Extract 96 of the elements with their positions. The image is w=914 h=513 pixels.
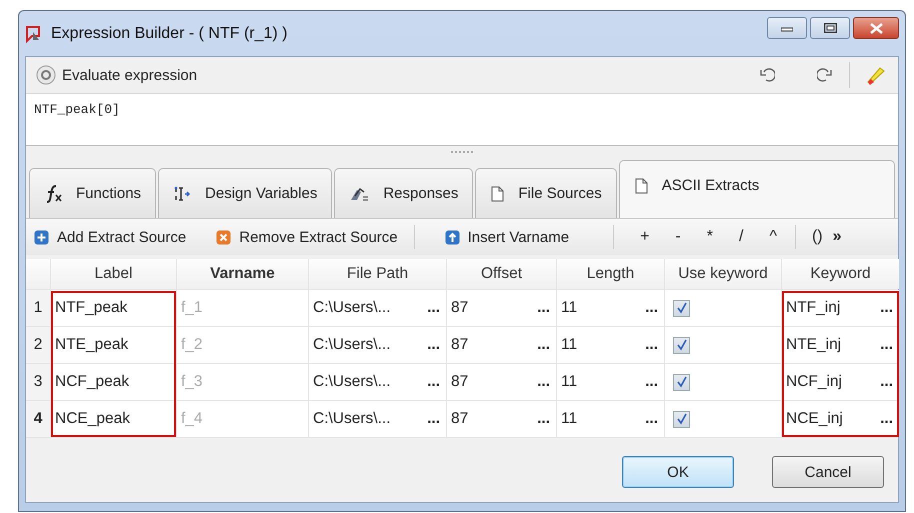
table-cell-text: NTF_inj	[786, 299, 842, 317]
maximize-button[interactable]	[810, 17, 850, 39]
browse-button[interactable]: ...	[880, 336, 893, 354]
operator-button[interactable]: ^	[767, 228, 779, 246]
browse-button[interactable]: ...	[427, 410, 440, 428]
column-header[interactable]: Offset	[447, 259, 556, 289]
browse-button[interactable]: ...	[537, 410, 550, 428]
table-cell-text: 11	[561, 299, 578, 317]
table-cell-text: NTE_inj	[786, 336, 842, 354]
checkbox[interactable]	[673, 300, 690, 316]
document-icon	[490, 186, 504, 202]
table-cell-text: f_4	[181, 410, 204, 428]
variable-icon	[173, 186, 192, 202]
table-cell-text: NTE_peak	[55, 336, 130, 354]
row-number: 3	[26, 364, 50, 400]
operator-button[interactable]: /	[736, 228, 746, 246]
maximize-icon	[824, 23, 836, 33]
column-header[interactable]: File Path	[309, 259, 446, 289]
table-cell-text: 87	[451, 299, 470, 317]
table-cell-text: 11	[561, 410, 578, 428]
table-cell-text: 87	[451, 410, 470, 428]
add-button[interactable]: Add Extract Source	[34, 228, 186, 246]
tab[interactable]: Functions	[29, 168, 156, 218]
check-icon	[676, 376, 688, 388]
minimize-button[interactable]	[767, 17, 807, 39]
browse-button[interactable]: ...	[645, 373, 658, 391]
undo-icon[interactable]	[759, 68, 775, 82]
table-cell-text: C:\Users\...	[313, 299, 392, 317]
table-cell-text: C:\Users\...	[313, 373, 392, 391]
table-cell-text: f_3	[181, 373, 204, 391]
table-cell-text: NCF_peak	[55, 373, 130, 391]
remove-button[interactable]: Remove Extract Source	[216, 228, 398, 246]
tab[interactable]: Responses	[334, 168, 474, 218]
operator-button[interactable]: -	[673, 228, 683, 246]
browse-button[interactable]: ...	[537, 373, 550, 391]
column-header[interactable]: Length	[557, 259, 664, 289]
document-icon	[634, 178, 648, 194]
browse-button[interactable]: ...	[880, 410, 893, 428]
browse-button[interactable]: ...	[427, 299, 440, 317]
check-icon	[676, 302, 688, 314]
row-number: 1	[26, 290, 50, 326]
table-cell-text: f_1	[181, 299, 204, 317]
checkbox[interactable]	[673, 374, 690, 390]
tab[interactable]: Design Variables	[158, 168, 332, 218]
operator-button[interactable]: *	[704, 228, 715, 246]
redo-icon[interactable]	[817, 68, 833, 82]
add-icon	[34, 230, 49, 244]
table-cell-text: 87	[451, 373, 470, 391]
overflow-button[interactable]: »	[830, 228, 844, 246]
browse-button[interactable]: ...	[427, 336, 440, 354]
browse-button[interactable]: ...	[645, 299, 658, 317]
table-cell-text: 87	[451, 336, 470, 354]
browse-button[interactable]: ...	[537, 299, 550, 317]
table-cell-text: NTF_peak	[55, 299, 128, 317]
table-cell-text: NCF_inj	[786, 373, 843, 391]
column-header[interactable]: Keyword	[782, 259, 899, 289]
table-cell-text: NCE_peak	[55, 410, 131, 428]
column-header[interactable]: Varname	[177, 259, 308, 289]
table-cell-text: C:\Users\...	[313, 336, 392, 354]
browse-button[interactable]: ...	[645, 410, 658, 428]
response-icon	[349, 186, 370, 202]
table-cell-text: C:\Users\...	[313, 410, 392, 428]
splitter-handle-icon	[451, 151, 473, 153]
column-header[interactable]: Use keyword	[665, 259, 781, 289]
table-cell-text: 11	[561, 373, 578, 391]
browse-button[interactable]: ...	[537, 336, 550, 354]
check-icon	[676, 339, 688, 351]
evaluate-expression-button[interactable]: Evaluate expression	[62, 66, 753, 84]
table-cell-text: f_2	[181, 336, 204, 354]
table-cell-text: 11	[561, 336, 578, 354]
checkbox[interactable]	[673, 410, 690, 428]
close-icon	[870, 22, 882, 34]
operator-button[interactable]: ()	[810, 228, 825, 246]
browse-button[interactable]: ...	[427, 373, 440, 391]
tab[interactable]: ASCII Extracts	[618, 160, 895, 218]
table-cell-text: NCE_inj	[786, 410, 844, 428]
row-number: 2	[26, 327, 50, 363]
table-corner	[26, 259, 50, 289]
tab[interactable]: File Sources	[475, 168, 617, 218]
browse-button[interactable]: ...	[880, 373, 893, 391]
function-icon	[44, 184, 62, 202]
close-button[interactable]	[853, 17, 899, 39]
expression-field[interactable]: NTF_peak[0]	[26, 94, 898, 146]
operator-button[interactable]: +	[638, 228, 652, 246]
remove-icon	[216, 230, 232, 244]
column-header[interactable]: Label	[51, 259, 176, 289]
browse-button[interactable]: ...	[645, 336, 658, 354]
dialog-button[interactable]: OK	[622, 456, 734, 488]
minimize-icon	[781, 24, 793, 32]
check-icon	[676, 413, 688, 425]
browse-button[interactable]: ...	[880, 299, 893, 317]
row-number: 4	[26, 401, 50, 437]
insert-button[interactable]: Insert Varname	[444, 228, 570, 246]
dialog-button[interactable]: Cancel	[772, 456, 884, 488]
window-title: Expression Builder - ( NTF (r_1) )	[51, 24, 288, 42]
checkbox[interactable]	[673, 336, 690, 354]
